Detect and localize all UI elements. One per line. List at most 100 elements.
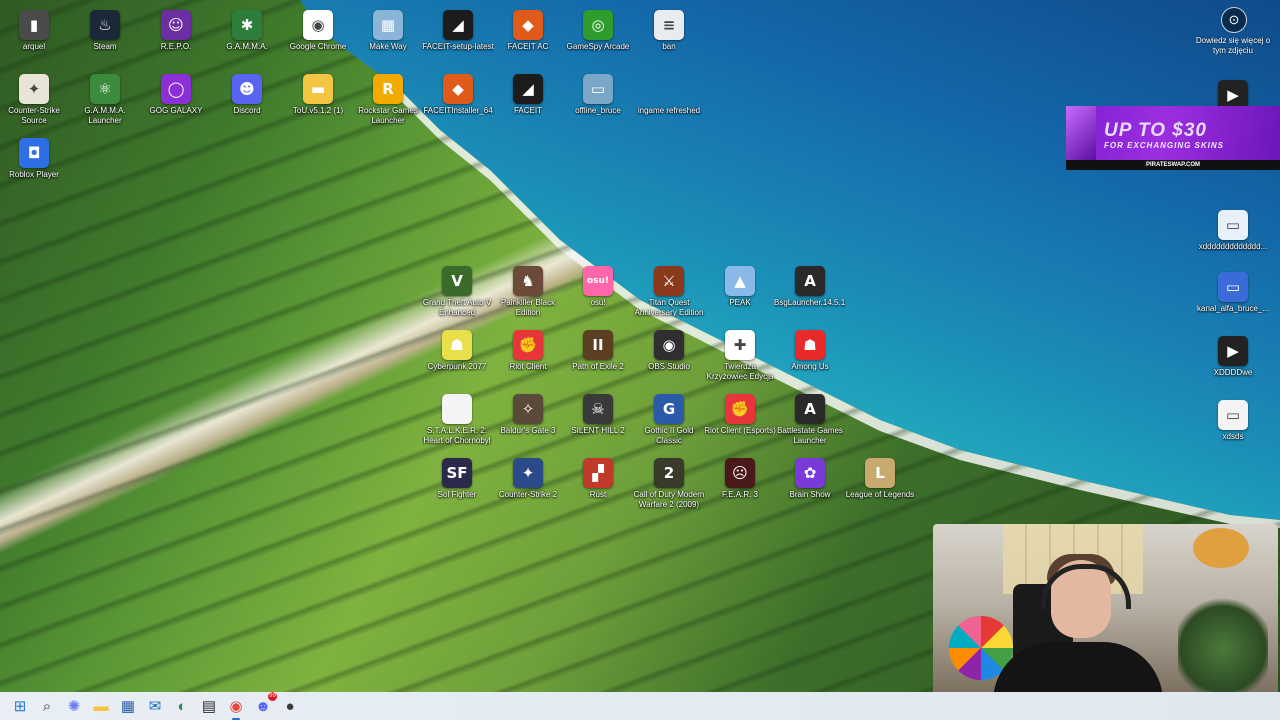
- desktop-icon[interactable]: ▬ ToU.v5.1.2 (1): [282, 74, 354, 116]
- desktop-icon[interactable]: ✦ Counter-Strike 2: [492, 458, 564, 500]
- discord-icon: ☻: [255, 697, 271, 715]
- desktop-icon[interactable]: ✿ Brain Show: [774, 458, 846, 500]
- edge-button[interactable]: ◐: [171, 695, 193, 717]
- chrome-icon: ◉: [303, 10, 333, 40]
- webcam-overlay: [933, 524, 1278, 720]
- desktop-icon[interactable]: ▦ Make Way: [352, 10, 424, 52]
- desktop-icon[interactable]: ♞ Painkiller Black Edition: [492, 266, 564, 318]
- desktop-icon[interactable]: ◆ FACEITInstaller_64: [422, 74, 494, 116]
- desktop-icon[interactable]: ☺ R.E.P.O.: [140, 10, 212, 52]
- desktop-icon[interactable]: ☗ Cyberpunk 2077: [421, 330, 493, 372]
- desktop-icon-label: Riot Client (Esports): [704, 426, 776, 435]
- desktop-icon-label: SILENT HILL 2: [571, 426, 625, 435]
- ad-headline: UP TO $30: [1104, 120, 1207, 141]
- desktop-icon[interactable]: ⚔ Titan Quest Anniversary Edition: [633, 266, 705, 318]
- desktop-icon[interactable]: ✊ Riot Client: [492, 330, 564, 372]
- desktop-icon[interactable]: SF Sol Fighter: [421, 458, 493, 500]
- spotlight-info-text[interactable]: Dowiedz się więcej o tym zdjęciu: [1190, 36, 1276, 56]
- gta-v-icon: V: [442, 266, 472, 296]
- desktop-icon[interactable]: V Grand Theft Auto V Enhanced: [421, 266, 493, 318]
- desktop-icon-label: xddddddddddddd...: [1198, 242, 1268, 251]
- makeway-icon: ▦: [373, 10, 403, 40]
- desktop-icon[interactable]: ✊ Riot Client (Esports): [704, 394, 776, 436]
- faceit-setup-icon: ◢: [443, 10, 473, 40]
- ad-subline: FOR EXCHANGING SKINS: [1104, 141, 1225, 150]
- desktop-icon[interactable]: 2 Call of Duty Modern Warfare 2 (2009): [633, 458, 705, 510]
- copilot-button[interactable]: ✺: [63, 695, 85, 717]
- gothic-icon: G: [654, 394, 684, 424]
- desktop-icon[interactable]: A BsgLauncher.14.5.1....: [774, 266, 846, 308]
- desktop-icon-label: PEAK: [729, 298, 751, 307]
- desktop-icon-label: Discord: [233, 106, 261, 115]
- desktop-icon[interactable]: L League of Legends: [844, 458, 916, 500]
- desktop-icon[interactable]: ☹ F.E.A.R. 3: [704, 458, 776, 500]
- desktop-icon-label: Roblox Player: [9, 170, 59, 179]
- desktop-icon[interactable]: ◉ Google Chrome: [282, 10, 354, 52]
- desktop-icon[interactable]: ≡ ban: [633, 10, 705, 52]
- desktop-icon[interactable]: ◢ FACEIT: [492, 74, 564, 116]
- desktop-icon[interactable]: ☻ Discord: [211, 74, 283, 116]
- desktop-icon-label: BsgLauncher.14.5.1....: [774, 298, 846, 307]
- desktop-icon[interactable]: ✱ G.A.M.M.A.: [211, 10, 283, 52]
- desktop-icon[interactable]: ▲ PEAK: [704, 266, 776, 308]
- copilot-icon: ✺: [67, 698, 81, 715]
- faceit-icon: ◢: [513, 74, 543, 104]
- desktop-icon[interactable]: ◎ GameSpy Arcade: [562, 10, 634, 52]
- desktop-icon[interactable]: ▭ kanal_alfa_bruce_...: [1197, 272, 1269, 314]
- desktop-icon-label: Make Way: [369, 42, 407, 51]
- desktop-icon[interactable]: ◯ GOG GALAXY: [140, 74, 212, 116]
- desktop-icon[interactable]: ⚛ G.A.M.M.A. Launcher: [69, 74, 141, 126]
- desktop-icon[interactable]: G Gothic II Gold Classic: [633, 394, 705, 446]
- desktop-icon[interactable]: ◆ FACEIT AC: [492, 10, 564, 52]
- desktop-icon[interactable]: S.T.A.L.K.E.R. 2: Heart of Chornobyl: [421, 394, 493, 446]
- mail-icon: ✉: [148, 698, 162, 715]
- desktop-icon[interactable]: ▮ arquel: [0, 10, 70, 52]
- desktop-icon[interactable]: II Path of Exile 2: [562, 330, 634, 372]
- desktop-icon-label: XDDDDwe: [1213, 368, 1253, 377]
- notes-button[interactable]: ▤: [198, 695, 220, 717]
- chrome-button[interactable]: ◉: [225, 695, 247, 720]
- desktop-icon[interactable]: ingame refreshed: [633, 74, 705, 116]
- desktop-icon[interactable]: ✦ Counter-Strike Source: [0, 74, 70, 126]
- desktop-icon-label: Brain Show: [789, 490, 831, 499]
- repo-game-icon: ☺: [161, 10, 191, 40]
- desktop-icon[interactable]: ✚ Twierdza Krzyżowiec Edycja Ostateczna: [704, 330, 776, 382]
- sf-game-icon: SF: [442, 458, 472, 488]
- desktop-icon-label: Titan Quest Anniversary Edition: [634, 298, 704, 317]
- desktop-icon[interactable]: ▭ xddddddddddddd...: [1197, 210, 1269, 252]
- desktop-icon[interactable]: ▭ offline_bruce: [562, 74, 634, 116]
- desktop-icon[interactable]: ☗ Among Us: [774, 330, 846, 372]
- file-explorer-button[interactable]: ▬: [90, 695, 112, 717]
- rust-icon: ▞: [583, 458, 613, 488]
- app-button[interactable]: ●: [279, 695, 301, 717]
- document-file-icon: [442, 394, 472, 424]
- desktop-icon[interactable]: ☠ SILENT HILL 2: [562, 394, 634, 436]
- faceit-ac-icon: ◆: [513, 10, 543, 40]
- store-button[interactable]: ▦: [117, 695, 139, 717]
- mail-button[interactable]: ✉: [144, 695, 166, 717]
- desktop-icon[interactable]: ◢ FACEIT-setup-latest: [422, 10, 494, 52]
- discord-button[interactable]: ☻ 99: [252, 692, 277, 717]
- search-button[interactable]: ⌕: [36, 695, 58, 717]
- desktop-icon[interactable]: osu! osu!: [562, 266, 634, 308]
- desktop-icon-label: Twierdza Krzyżowiec Edycja Ostateczna: [706, 362, 774, 381]
- desktop-icon[interactable]: ▞ Rust: [562, 458, 634, 500]
- desktop-icon[interactable]: ◉ OBS Studio: [633, 330, 705, 372]
- desktop-icon-label: Riot Client: [509, 362, 547, 371]
- desktop-icon-label: kanal_alfa_bruce_...: [1197, 304, 1269, 313]
- desktop-icon-label: ToU.v5.1.2 (1): [292, 106, 344, 115]
- desktop-icon[interactable]: ◘ Roblox Player: [0, 138, 70, 180]
- blank-file-icon: [654, 74, 684, 104]
- desktop-icon[interactable]: A Battlestate Games Launcher: [774, 394, 846, 446]
- start-button[interactable]: ⊞: [9, 695, 31, 717]
- camera-icon[interactable]: ⊙: [1221, 7, 1247, 33]
- desktop-icon[interactable]: R Rockstar Games Launcher: [352, 74, 424, 126]
- desktop-icon[interactable]: ✧ Baldur's Gate 3: [492, 394, 564, 436]
- desktop-icon[interactable]: ▶ XDDDDwe: [1197, 336, 1269, 378]
- desktop-icon[interactable]: ♨ Steam: [69, 10, 141, 52]
- rockstar-icon: R: [373, 74, 403, 104]
- ad-banner[interactable]: UP TO $30 FOR EXCHANGING SKINS PIRATESWA…: [1066, 106, 1280, 170]
- search-icon: ⌕: [42, 697, 52, 715]
- desktop-icon[interactable]: ▭ xdsds: [1197, 400, 1269, 442]
- sticky-notes-icon: ▤: [201, 698, 217, 715]
